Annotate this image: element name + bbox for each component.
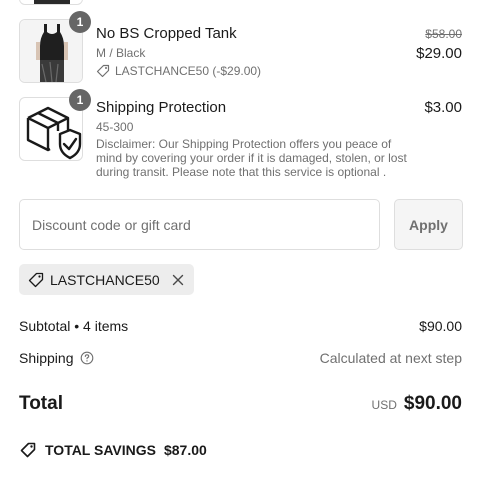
quantity-badge: 1 [69,11,91,33]
total-amount: $90.00 [403,393,462,414]
tag-icon [20,442,36,458]
shipping-label: Shipping [19,350,94,366]
subtotal-label-text: Subtotal • 4 items [19,318,129,334]
tag-icon [96,64,110,78]
discount-code-input[interactable] [19,199,380,250]
product-thumbnail-tank: 1 [19,11,91,83]
subtotal-value: $90.00 [419,318,462,334]
item-disclaimer: Disclaimer: Our Shipping Protection offe… [96,137,407,179]
original-price: $58.00 [425,27,462,41]
total-label: Total [19,393,63,414]
item-price: $29.00 [416,45,462,62]
item-discount: LASTCHANCE50 (-$29.00) [96,64,261,78]
item-variant: M / Black [96,46,146,60]
close-icon [172,274,183,285]
subtotal-label: Subtotal • 4 items [19,318,128,334]
shipping-value: Calculated at next step [319,350,462,366]
item-title: Shipping Protection [96,99,227,116]
savings-value: $87.00 [163,442,207,458]
product-thumbnail-shipping-protection: 1 [19,89,91,161]
item-discount-label: LASTCHANCE50 (-$29.00) [115,64,262,78]
total-savings: TOTAL SAVINGS $87.00 [19,441,207,459]
tag-icon [28,272,44,287]
quantity-badge: 1 [69,89,91,111]
item-title: No BS Cropped Tank [96,25,237,42]
item-variant: 45-300 [96,120,134,134]
order-summary: 1 No BS Cropped Tank M / Black LASTCHANC… [0,0,487,480]
previous-item-thumbnail [19,0,83,5]
help-icon[interactable] [80,351,94,365]
item-price: $3.00 [424,99,462,116]
remove-discount-button[interactable] [172,274,184,286]
total-amount-group: USD $90.00 [372,393,462,415]
currency-code: USD [371,398,397,412]
applied-discount-code: LASTCHANCE50 [50,271,160,288]
apply-button[interactable]: Apply [394,199,463,250]
savings-label: TOTAL SAVINGS [45,442,156,458]
shipping-label-text: Shipping [19,350,74,366]
applied-discount-chip: LASTCHANCE50 [19,264,194,295]
